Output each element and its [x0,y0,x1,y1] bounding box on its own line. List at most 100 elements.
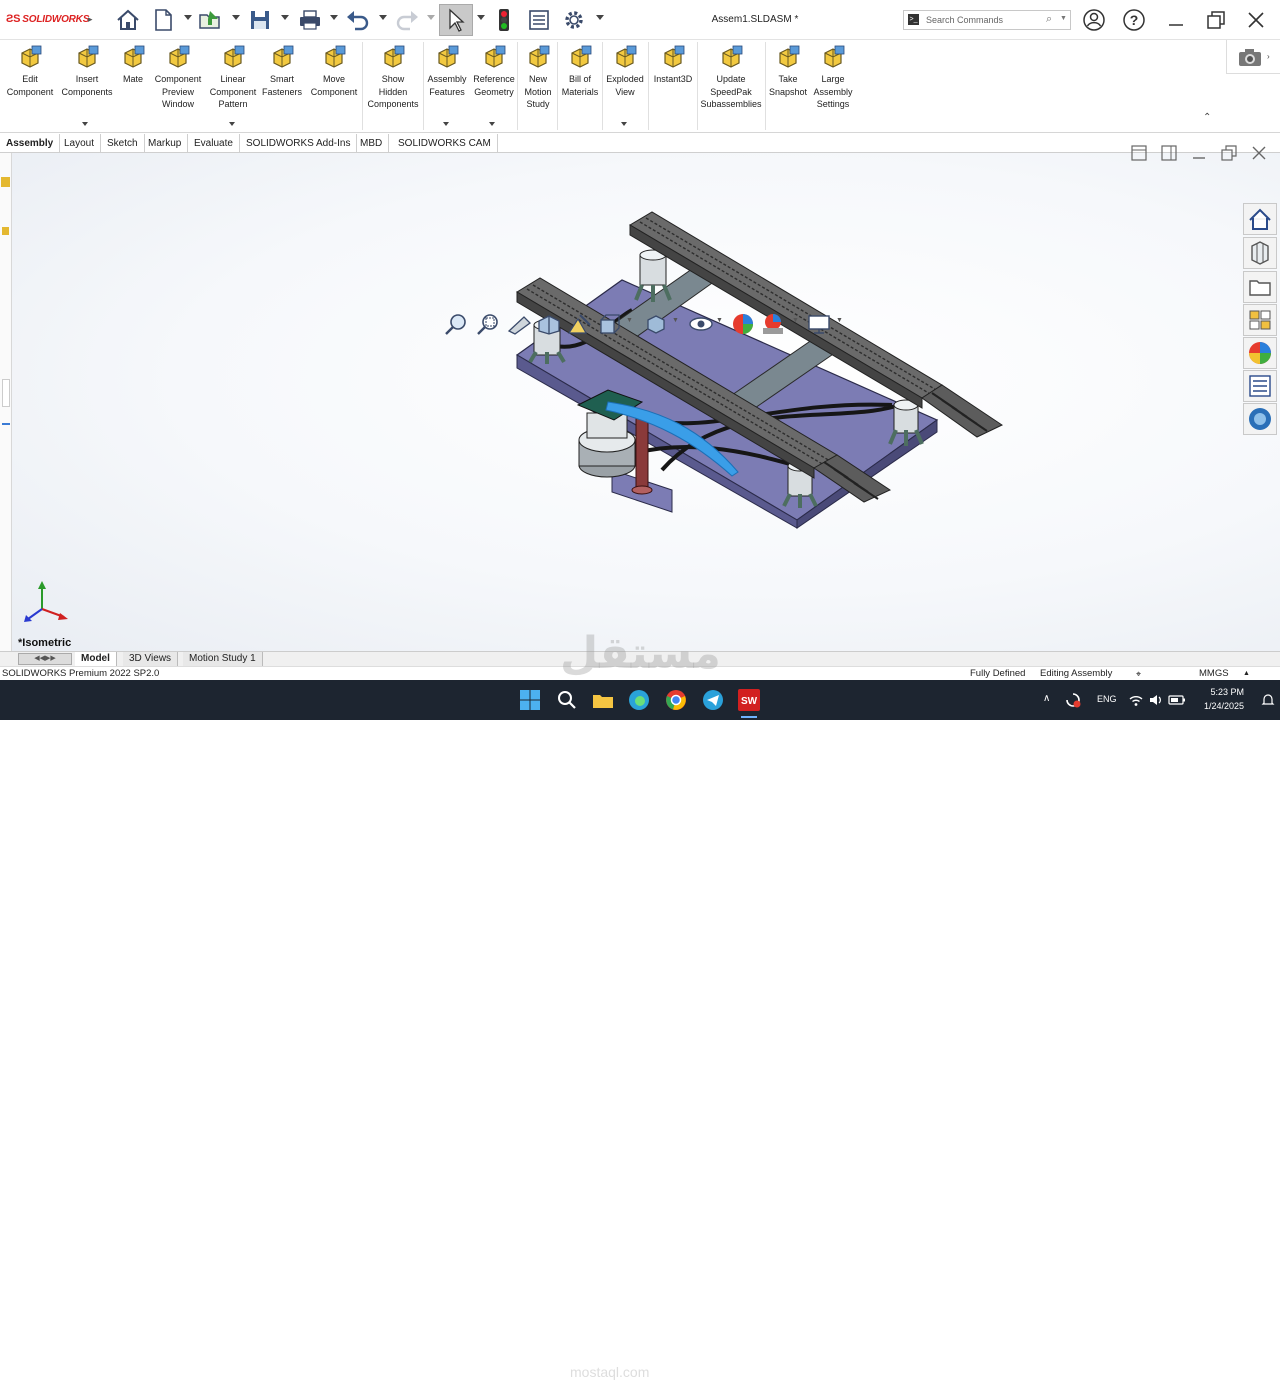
save-dropdown-icon[interactable] [281,15,289,20]
ribbon-button-mate[interactable]: Mate [119,44,147,86]
ribbon-button-motion-study[interactable]: New Motion Study [520,44,556,111]
camera-menu-arrow-icon[interactable]: › [1267,52,1270,61]
ribbon-button-speedpak[interactable]: Update SpeedPak Subassemblies [700,44,762,111]
appearances-tab[interactable] [1243,337,1277,369]
tab-solidworks-cam[interactable]: SOLIDWORKS CAM [392,134,498,153]
bottom-tab-model[interactable]: Model [75,652,117,667]
bottom-tab-motion-study-1[interactable]: Motion Study 1 [183,652,263,667]
redo-dropdown-icon[interactable] [427,15,435,20]
ribbon-button-show-hidden[interactable]: Show Hidden Components [364,44,422,111]
sync-alert-icon[interactable] [1064,691,1082,709]
undo-icon[interactable] [345,7,371,33]
design-library-tab[interactable] [1243,237,1277,269]
apply-scene-icon[interactable] [760,312,788,336]
select-icon[interactable] [439,4,473,36]
home-icon[interactable] [115,7,141,33]
ribbon-button-smart-fasteners[interactable]: Smart Fasteners [261,44,303,98]
input-language[interactable]: ENG [1097,694,1117,704]
ribbon-button-move-component[interactable]: Move Component [307,44,361,98]
view-settings-icon[interactable] [806,313,832,335]
camera-icon[interactable] [1238,47,1262,67]
exploded-view-dropdown-icon[interactable] [621,122,627,126]
battery-icon[interactable] [1168,692,1186,708]
tab-assembly[interactable]: Assembly [0,134,61,153]
search-dropdown-icon[interactable]: ▼ [1060,15,1067,22]
tab-evaluate[interactable]: Evaluate [188,134,240,153]
solidworks-resources-tab[interactable] [1243,203,1277,235]
viewport-minimize-icon[interactable] [1190,144,1208,162]
minimize-icon[interactable] [1164,8,1188,32]
telegram-icon[interactable] [701,688,725,712]
ribbon-button-edit-component[interactable]: Edit Component [4,44,56,98]
ribbon-button-instant3d[interactable]: Instant3D [651,44,695,86]
ribbon-button-insert-components[interactable]: Insert Components [59,44,115,98]
taskbar-search-icon[interactable] [555,688,579,712]
undo-dropdown-icon[interactable] [379,15,387,20]
tab-mbd[interactable]: MBD [354,134,390,153]
ribbon-button-assembly-features[interactable]: Assembly Features [425,44,469,98]
viewport-close-icon[interactable] [1250,144,1268,162]
rebuild-traffic-light-icon[interactable] [494,7,514,33]
collapse-ribbon-icon[interactable]: ⌃ [1203,112,1211,123]
bottom-tab-3d-views[interactable]: 3D Views [123,652,179,667]
new-dropdown-icon[interactable] [184,15,192,20]
print-icon[interactable] [297,7,323,33]
help-icon[interactable]: ? [1122,8,1146,32]
ribbon-button-large-assembly[interactable]: Large Assembly Settings [811,44,855,111]
viewport-single-view-icon[interactable] [1130,144,1148,162]
clock-time[interactable]: 5:23 PM [1200,687,1244,697]
tab-sketch[interactable]: Sketch [101,134,145,153]
viewport-split-icon[interactable] [1160,144,1178,162]
mates-icon[interactable] [2,227,9,235]
assembly-tree-icon[interactable] [1,177,10,187]
tab-solidworks-add-ins[interactable]: SOLIDWORKS Add-Ins [240,134,358,153]
view-palette-tab[interactable] [1243,304,1277,336]
ribbon-button-linear-pattern[interactable]: Linear Component Pattern [206,44,260,111]
feature-manager-collapsed[interactable] [0,153,12,651]
rebuild-status-icon[interactable]: ⌖ [1136,667,1141,681]
reference-geometry-dropdown-icon[interactable] [489,122,495,126]
file-explorer-tab[interactable] [1243,271,1277,303]
graphics-area[interactable]: ▼ ▼ ▼ ▼ ▼ *Isometric [12,145,1280,651]
viewport-restore-icon[interactable] [1220,144,1238,162]
tab-layout[interactable]: Layout [58,134,102,153]
solidworks-forum-tab[interactable] [1243,403,1277,435]
ribbon-button-reference-geometry[interactable]: Reference Geometry [471,44,517,98]
new-document-icon[interactable] [152,7,174,33]
previous-view-icon[interactable] [506,313,532,335]
ribbon-button-exploded-view[interactable]: Exploded View [604,44,646,98]
edge-browser-icon[interactable] [627,688,651,712]
car-lift-assembly-model[interactable] [492,205,1022,545]
user-account-icon[interactable] [1082,8,1106,32]
view-orientation-dropdown-icon[interactable]: ▼ [626,317,633,324]
options-dropdown-icon[interactable] [596,15,604,20]
close-icon[interactable] [1244,8,1268,32]
search-commands-input[interactable]: >_ Search Commands ⌕ ▼ [903,10,1071,30]
file-explorer-taskbar-icon[interactable] [591,688,615,712]
file-properties-icon[interactable] [526,7,552,33]
apply-scene-dropdown-icon[interactable]: ▼ [792,317,799,324]
edit-appearance-icon[interactable] [730,312,756,336]
chrome-browser-icon[interactable] [664,688,688,712]
view-settings-dropdown-icon[interactable]: ▼ [836,317,843,324]
display-style-dropdown-icon[interactable]: ▼ [672,317,679,324]
tab-scroll-arrows[interactable]: ◀◀▶▶ [18,653,72,665]
section-view-icon[interactable] [536,313,562,335]
unit-system-button[interactable]: MMGS [1199,667,1229,681]
hide-show-dropdown-icon[interactable]: ▼ [716,317,723,324]
zoom-to-area-icon[interactable] [476,313,500,335]
notifications-icon[interactable] [1260,692,1276,708]
wifi-icon[interactable] [1128,692,1144,708]
logo-menu-arrow-icon[interactable]: ▸ [88,14,93,25]
zoom-to-fit-icon[interactable] [444,313,468,335]
print-dropdown-icon[interactable] [330,15,338,20]
insert-components-dropdown-icon[interactable] [82,122,88,126]
redo-icon[interactable] [394,7,420,33]
solidworks-taskbar-icon[interactable]: SW [737,688,761,712]
unit-system-dropdown-icon[interactable]: ▲ [1243,667,1250,681]
save-icon[interactable] [247,7,273,33]
search-icon[interactable]: ⌕ [1046,13,1052,26]
solidworks-logo[interactable]: ƧS SOLIDWORKS [6,13,89,25]
ribbon-button-component-preview[interactable]: Component Preview Window [152,44,204,111]
dynamic-annotation-icon[interactable] [566,313,592,335]
